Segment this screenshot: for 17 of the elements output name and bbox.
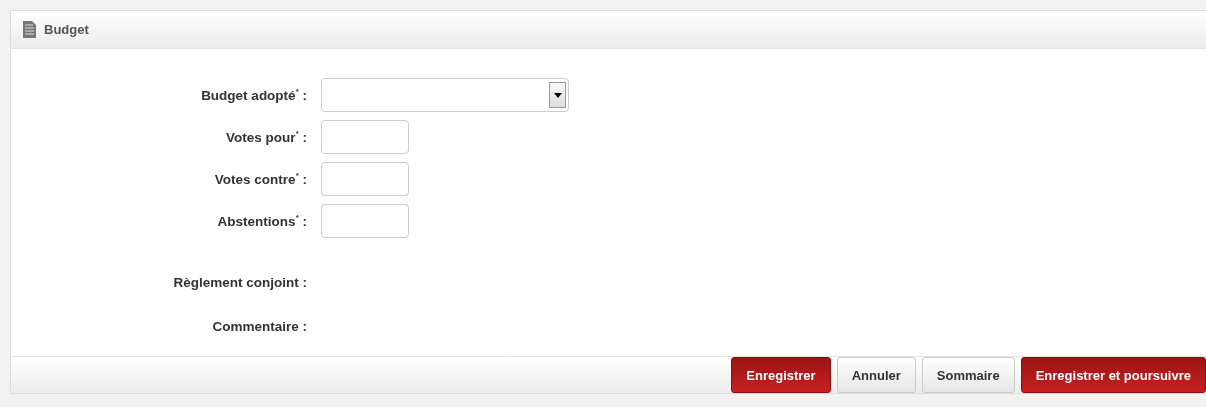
action-button[interactable]: Enregistrer bbox=[731, 357, 831, 393]
caret-icon bbox=[553, 92, 562, 98]
action-button[interactable]: Enregistrer et poursuivre bbox=[1020, 357, 1206, 393]
field-label: Budget adopté$^{*}$ : bbox=[200, 87, 308, 103]
input-field[interactable] bbox=[321, 162, 409, 196]
field-label: Commentaire : bbox=[211, 318, 308, 334]
field-label: Abstentions$^{*}$ : bbox=[216, 213, 308, 229]
budget-select[interactable] bbox=[321, 78, 569, 112]
input-field[interactable] bbox=[321, 204, 409, 238]
input-field[interactable] bbox=[321, 120, 409, 154]
field-label: Votes pour$^{*}$ : bbox=[225, 129, 308, 145]
field-label: Règlement conjoint : bbox=[172, 274, 308, 290]
action-button[interactable]: Sommaire bbox=[921, 357, 1015, 393]
panel-title: Budget bbox=[44, 22, 89, 37]
field-label: Votes contre$^{*}$ : bbox=[213, 171, 308, 187]
action-button[interactable]: Annuler bbox=[836, 357, 916, 393]
document-icon bbox=[23, 21, 36, 38]
